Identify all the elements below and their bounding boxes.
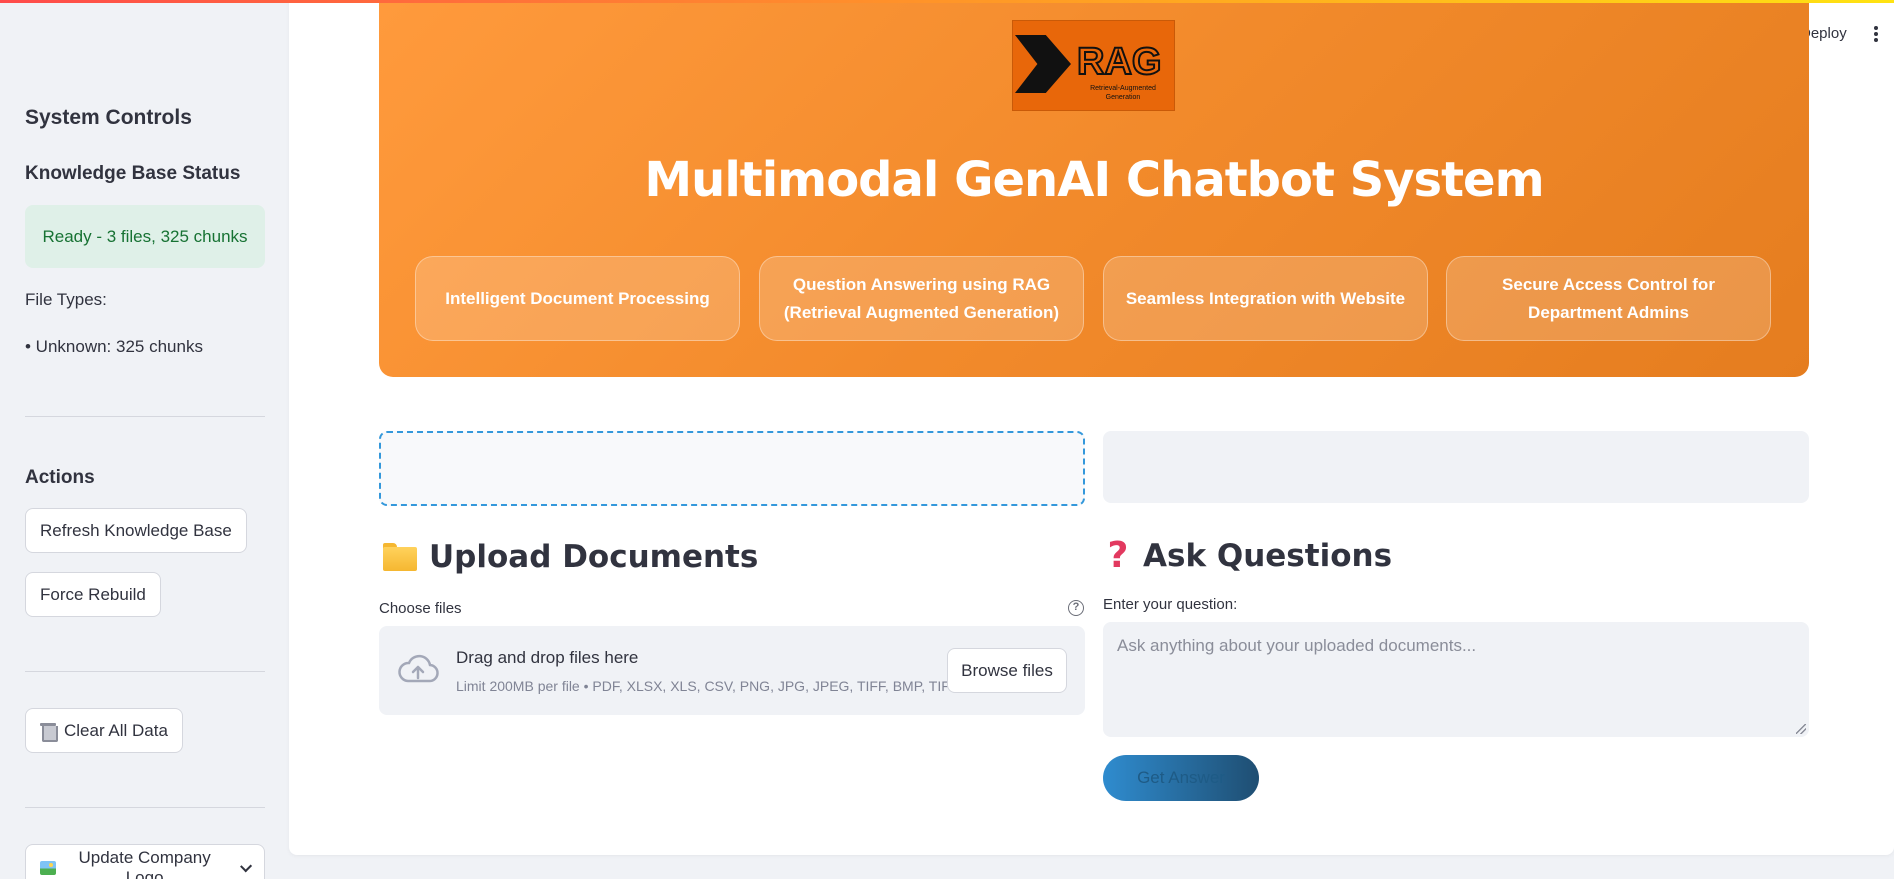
picture-icon [40,861,56,875]
update-company-logo-expander[interactable]: Update Company Logo [25,844,265,879]
dropzone-title: Drag and drop files here [456,648,639,667]
sidebar-divider [25,671,265,672]
feature-card: Secure Access Control for Department Adm… [1446,256,1771,341]
file-dropzone[interactable]: Drag and drop files here Limit 200MB per… [379,626,1085,715]
upload-heading-text: Upload Documents [429,539,759,575]
ask-heading: ? Ask Questions [1105,535,1392,576]
resize-handle[interactable] [1796,724,1806,734]
clear-all-data-button[interactable]: Clear All Data [25,708,183,753]
browse-files-button[interactable]: Browse files [947,648,1067,693]
choose-files-label: Choose files [379,600,462,617]
chevron-down-icon [239,859,252,873]
logo-arrow-icon [1015,35,1071,93]
refresh-knowledge-base-button[interactable]: Refresh Knowledge Base [25,508,247,553]
help-icon[interactable]: ? [1068,600,1084,616]
ask-heading-text: Ask Questions [1143,537,1393,574]
update-company-logo-label: Update Company Logo [78,848,211,879]
top-decoration-strip [0,0,1894,3]
file-type-item: • Unknown: 325 chunks [25,337,203,356]
feature-card: Intelligent Document Processing [415,256,740,341]
kb-status-heading: Knowledge Base Status [25,163,241,184]
page-title: Multimodal GenAI Chatbot System [644,152,1544,208]
logo-text: RAG [1076,40,1162,84]
force-rebuild-button[interactable]: Force Rebuild [25,572,161,617]
question-mark-icon: ? [1107,535,1129,576]
sidebar-divider [25,807,265,808]
force-rebuild-label: Force Rebuild [40,584,146,604]
refresh-knowledge-base-label: Refresh Knowledge Base [40,520,232,540]
sidebar-divider [25,416,265,417]
more-menu-icon[interactable] [1874,26,1878,42]
upload-heading: Upload Documents [383,539,758,575]
sidebar: System Controls Knowledge Base Status Re… [0,0,289,879]
logo-subtext: Retrieval-Augmented Generation [1090,85,1156,101]
rag-logo: RAG Retrieval-Augmented Generation [1012,20,1175,111]
kb-status-badge: Ready - 3 files, 325 chunks [25,205,265,268]
sidebar-title: System Controls [25,106,192,129]
dropzone-limits: Limit 200MB per file • PDF, XLSX, XLS, C… [456,678,950,694]
folder-icon [383,543,417,571]
question-input[interactable] [1103,622,1809,737]
feature-card: Seamless Integration with Website [1103,256,1428,341]
clear-all-data-label: Clear All Data [64,720,168,740]
file-types-label: File Types: [25,290,107,309]
question-label: Enter your question: [1103,596,1238,613]
upload-container [379,431,1085,506]
cloud-upload-icon [398,654,439,683]
get-answer-button[interactable]: Get Answer [1103,755,1259,801]
actions-heading: Actions [25,467,95,488]
trash-icon [40,722,58,742]
feature-card: Question Answering using RAG (Retrieval … [759,256,1084,341]
question-container [1103,431,1809,503]
